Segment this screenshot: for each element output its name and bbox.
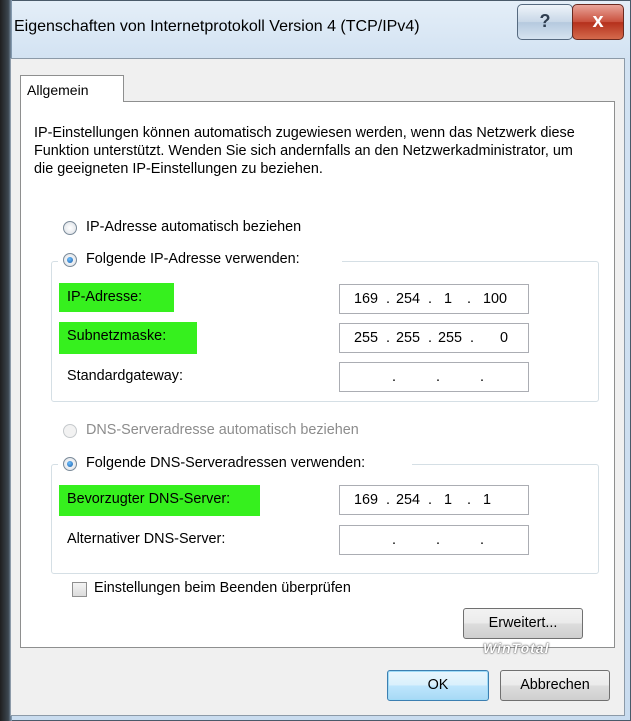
dns-octet-4: 1 bbox=[483, 492, 492, 508]
subnet-octet-1: 255 bbox=[354, 330, 379, 346]
alternate-dns-input[interactable]: . . . bbox=[339, 525, 529, 555]
validate-checkbox[interactable] bbox=[72, 582, 87, 597]
ip-octet-1: 169 bbox=[354, 291, 379, 307]
ip-octet-4: 100 bbox=[483, 291, 508, 307]
default-gateway-input[interactable]: . . . bbox=[339, 362, 529, 392]
ip-auto-radio[interactable] bbox=[63, 221, 77, 235]
description-text: IP-Einstellungen können automatisch zuge… bbox=[34, 125, 575, 177]
ip-address-label: IP-Adresse: bbox=[59, 283, 174, 312]
window-title: Eigenschaften von Internetprotokoll Vers… bbox=[14, 18, 420, 35]
dns-auto-radio[interactable] bbox=[63, 424, 77, 438]
subnet-octet-2: 255 bbox=[396, 330, 421, 346]
dns-manual-radio[interactable] bbox=[63, 457, 77, 471]
ip-octet-3: 1 bbox=[444, 291, 453, 307]
dns-manual-label[interactable]: Folgende DNS-Serveradressen verwenden: bbox=[86, 455, 365, 471]
ip-octet-2: 254 bbox=[396, 291, 421, 307]
watermark-logo: WinTotal bbox=[483, 640, 550, 656]
ip-manual-radio[interactable] bbox=[63, 253, 77, 267]
preferred-dns-label: Bevorzugter DNS-Server: bbox=[59, 485, 260, 516]
alternate-dns-label: Alternativer DNS-Server: bbox=[67, 531, 226, 547]
close-button[interactable]: x bbox=[572, 4, 624, 40]
ok-button[interactable]: OK bbox=[387, 670, 489, 701]
subnet-octet-4: 0 bbox=[500, 330, 509, 346]
dns-auto-label[interactable]: DNS-Serveradresse automatisch beziehen bbox=[86, 422, 359, 438]
subnet-mask-input[interactable]: 255 . 255 . 255 . 0 bbox=[339, 323, 529, 353]
ip-manual-label[interactable]: Folgende IP-Adresse verwenden: bbox=[86, 251, 300, 267]
subnet-mask-label: Subnetzmaske: bbox=[59, 322, 197, 354]
default-gateway-label: Standardgateway: bbox=[67, 368, 184, 384]
ip-address-input[interactable]: 169 . 254 . 1 . 100 bbox=[339, 284, 529, 314]
subnet-octet-3: 255 bbox=[438, 330, 463, 346]
advanced-button[interactable]: Erweitert... bbox=[463, 608, 583, 639]
dns-server-group bbox=[51, 464, 599, 574]
validate-label[interactable]: Einstellungen beim Beenden überprüfen bbox=[94, 580, 351, 596]
dns-octet-2: 254 bbox=[396, 492, 421, 508]
ip-auto-label[interactable]: IP-Adresse automatisch beziehen bbox=[86, 219, 301, 235]
preferred-dns-input[interactable]: 169 . 254 . 1 . 1 bbox=[339, 485, 529, 515]
help-button[interactable]: ? bbox=[517, 4, 573, 40]
help-icon: ? bbox=[539, 11, 551, 31]
tab-allgemein[interactable]: Allgemein bbox=[20, 75, 124, 102]
close-icon: x bbox=[592, 10, 604, 32]
cancel-button[interactable]: Abbrechen bbox=[500, 670, 610, 701]
dns-octet-1: 169 bbox=[354, 492, 379, 508]
dns-octet-3: 1 bbox=[444, 492, 453, 508]
